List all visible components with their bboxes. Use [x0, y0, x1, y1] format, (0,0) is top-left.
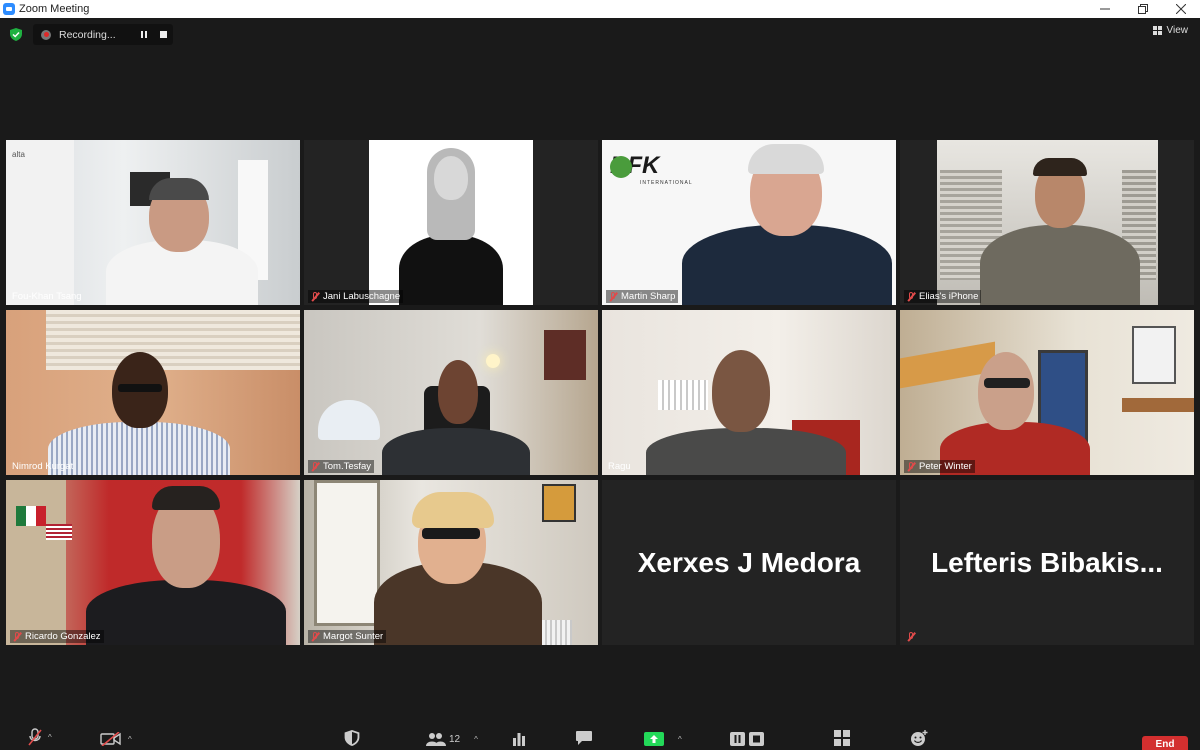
polls-icon [513, 733, 525, 746]
stop-video-icon [100, 732, 121, 746]
participant-video: alta [6, 140, 300, 305]
window-title-bar: Zoom Meeting [0, 0, 1200, 18]
participant-video [304, 310, 598, 475]
recording-label: Recording... [59, 28, 116, 41]
chevron-up-icon[interactable]: ^ [474, 735, 478, 744]
pause-recording-button[interactable] [138, 29, 150, 41]
mute-icon [28, 728, 42, 746]
participants-icon [426, 733, 446, 746]
recording-indicator: Recording... [33, 24, 173, 45]
participant-name: Ragu [608, 461, 631, 472]
muted-mic-icon [310, 631, 320, 642]
participant-name: Martin Sharp [621, 291, 676, 302]
participant-name: Margot Sunter [323, 631, 384, 642]
window-title: Zoom Meeting [19, 3, 90, 15]
view-button[interactable]: View [1152, 25, 1189, 36]
close-button[interactable] [1162, 0, 1200, 18]
reactions-icon [911, 730, 928, 746]
security-icon [344, 730, 360, 746]
grid-view-icon [1152, 26, 1162, 35]
reactions-button[interactable] [910, 730, 928, 746]
chevron-up-icon[interactable]: ^ [128, 735, 132, 744]
participant-video [304, 480, 598, 645]
muted-mic-icon [906, 291, 916, 302]
security-button[interactable] [344, 730, 360, 746]
video-tile[interactable]: DFK INTERNATIONAL Martin Sharp [602, 140, 896, 305]
muted-mic-icon [906, 632, 916, 642]
muted-mic-icon [12, 631, 22, 642]
participant-video [900, 310, 1194, 475]
restore-button[interactable] [1124, 0, 1162, 18]
participant-name: Tom.Tesfay [323, 461, 372, 472]
video-tile[interactable]: Elias's iPhone [900, 140, 1194, 305]
chevron-up-icon[interactable]: ^ [48, 733, 52, 742]
recording-dot-icon [41, 29, 51, 40]
meeting-toolbar: ^ ^ 12 ^ ^ End [0, 722, 1200, 750]
participant-name: Ricardo Gonzalez [25, 631, 101, 642]
video-tile[interactable]: Tom.Tesfay [304, 310, 598, 475]
participant-name: Jani Labuschagne [323, 291, 401, 302]
minimize-button[interactable] [1086, 0, 1124, 18]
video-tile[interactable]: Jani Labuschagne [304, 140, 598, 305]
record-controls-button[interactable] [730, 732, 766, 746]
start-video-button[interactable]: ^ [100, 732, 132, 746]
muted-mic-icon [906, 461, 916, 472]
pause-stop-recording-icon [730, 732, 764, 746]
participant-video: DFK INTERNATIONAL [602, 140, 896, 305]
muted-mic-icon [310, 461, 320, 472]
participants-button[interactable]: 12 ^ [426, 732, 478, 746]
participant-video [304, 140, 598, 305]
video-tile-off[interactable]: Lefteris Bibakis... [900, 480, 1194, 645]
video-tile-off[interactable]: Xerxes J Medora [602, 480, 896, 645]
participants-count: 12 [449, 733, 461, 745]
view-label: View [1166, 25, 1189, 36]
breakout-rooms-icon [834, 730, 850, 746]
muted-mic-icon [608, 291, 618, 302]
breakout-rooms-button[interactable] [834, 730, 850, 746]
participant-video [602, 310, 896, 475]
participant-name: Peter Winter [919, 461, 972, 472]
chat-icon [576, 731, 592, 745]
video-tile[interactable]: Margot Sunter [304, 480, 598, 645]
polls-button[interactable] [512, 732, 526, 746]
mute-button[interactable]: ^ [28, 728, 52, 746]
stop-recording-button[interactable] [158, 29, 170, 41]
share-screen-button[interactable]: ^ [644, 732, 682, 746]
video-tile[interactable]: Ragu [602, 310, 896, 475]
video-tile-active-speaker[interactable]: Nimrod Kurgat [6, 310, 300, 475]
participant-name-placeholder: Xerxes J Medora [637, 547, 861, 578]
share-screen-icon [644, 732, 664, 746]
participant-video [6, 310, 300, 475]
participant-name: Fou-Khan Tsang [12, 291, 82, 302]
shield-check-icon[interactable] [10, 28, 22, 41]
participant-name: Nimrod Kurgat [12, 461, 74, 472]
video-tile[interactable]: Peter Winter [900, 310, 1194, 475]
participant-name: Elias's iPhone [919, 291, 979, 302]
end-meeting-button[interactable]: End [1142, 736, 1188, 750]
zoom-app-icon [3, 3, 15, 15]
chat-button[interactable] [575, 730, 593, 746]
participant-video [900, 140, 1194, 305]
video-tile[interactable]: Ricardo Gonzalez [6, 480, 300, 645]
participant-name-placeholder: Lefteris Bibakis... [931, 547, 1163, 578]
participant-video [6, 480, 300, 645]
muted-mic-icon [310, 291, 320, 302]
chevron-up-icon[interactable]: ^ [678, 735, 682, 744]
video-tile[interactable]: alta Fou-Khan Tsang [6, 140, 300, 305]
